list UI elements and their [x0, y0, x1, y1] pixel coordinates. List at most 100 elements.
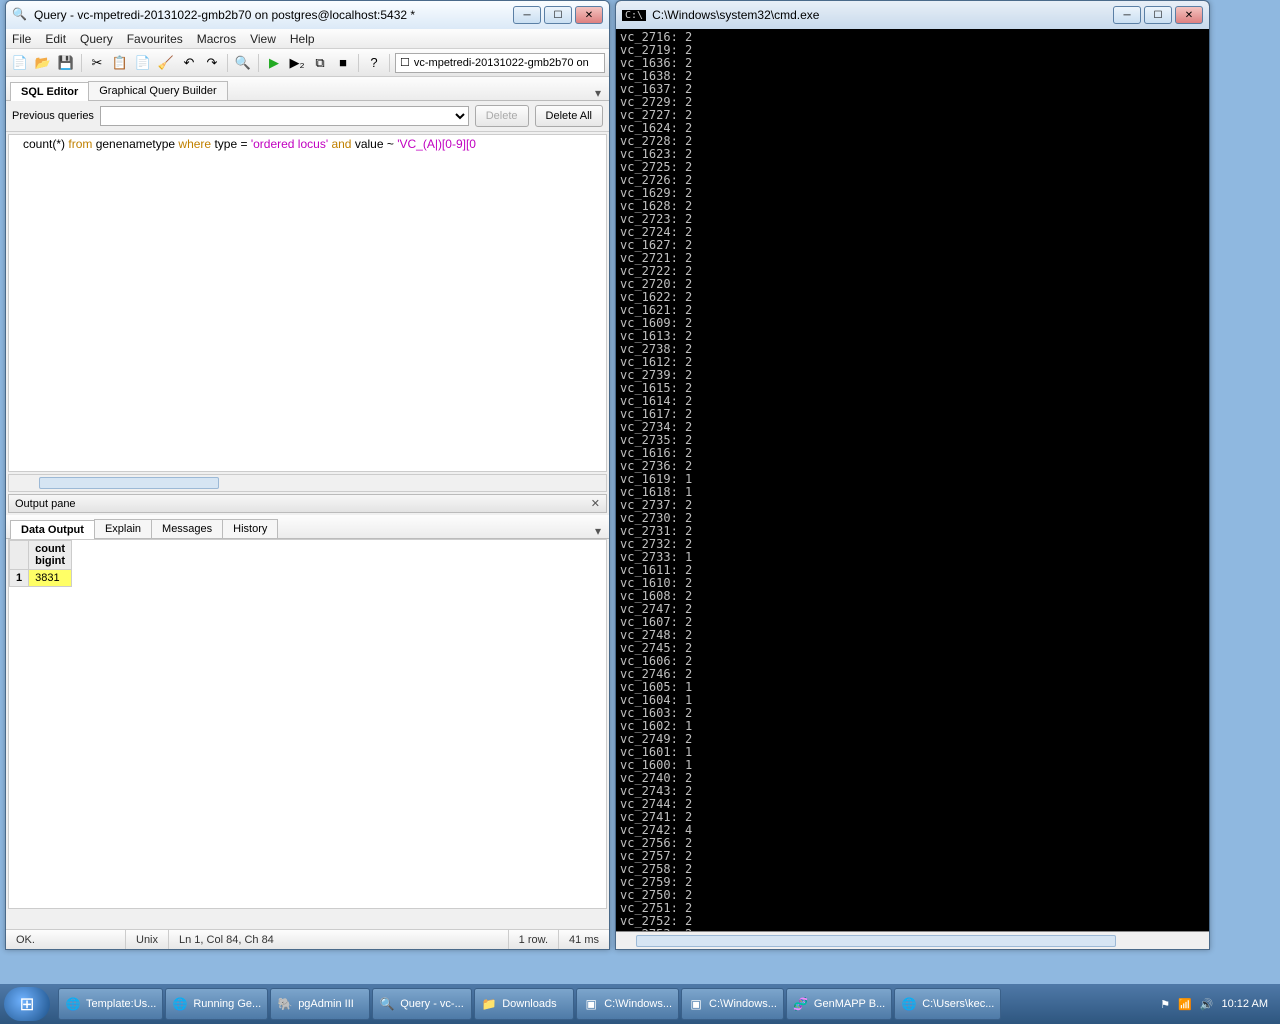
- menubar: File Edit Query Favourites Macros View H…: [6, 29, 609, 49]
- paste-icon[interactable]: 📄: [133, 53, 153, 73]
- output-tabs: Data Output Explain Messages History ▾: [6, 515, 609, 539]
- status-rows: 1 row.: [509, 930, 559, 949]
- taskbar-item[interactable]: 🌐 C:\Users\kec...: [894, 988, 1001, 1020]
- system-tray: ⚑ 📶 🔊 10:12 AM: [1160, 998, 1276, 1011]
- taskbar-item-label: C:\Windows...: [604, 998, 672, 1010]
- menu-file[interactable]: File: [12, 32, 31, 46]
- cmd-titlebar[interactable]: C:\ C:\Windows\system32\cmd.exe ─ ☐ ✕: [616, 1, 1209, 29]
- cmd-scroll-thumb[interactable]: [636, 935, 1116, 947]
- taskbar-item-label: C:\Windows...: [709, 998, 777, 1010]
- cmd-window: C:\ C:\Windows\system32\cmd.exe ─ ☐ ✕ vc…: [615, 0, 1210, 950]
- taskbar-item-icon: 🐘: [277, 996, 293, 1012]
- col-header[interactable]: countbigint: [29, 541, 72, 570]
- cmd-hscroll[interactable]: [616, 931, 1209, 949]
- statusbar: OK. Unix Ln 1, Col 84, Ch 84 1 row. 41 m…: [6, 929, 609, 949]
- status-enc: Unix: [126, 930, 169, 949]
- taskbar-item-label: pgAdmin III: [298, 998, 354, 1010]
- status-ok: OK.: [6, 930, 126, 949]
- output-pane-close-icon[interactable]: ✕: [591, 497, 600, 510]
- menu-view[interactable]: View: [250, 32, 276, 46]
- prev-queries-label: Previous queries: [12, 110, 94, 122]
- taskbar-item-icon: 📁: [481, 996, 497, 1012]
- redo-icon[interactable]: ↷: [202, 53, 222, 73]
- help-icon[interactable]: ?: [364, 53, 384, 73]
- cut-icon[interactable]: ✂: [87, 53, 107, 73]
- taskbar-item-label: C:\Users\kec...: [922, 998, 994, 1010]
- taskbar-item-label: GenMAPP B...: [814, 998, 885, 1010]
- sql-editor[interactable]: count(*) from genenametype where type = …: [8, 134, 607, 472]
- undo-icon[interactable]: ↶: [179, 53, 199, 73]
- scroll-thumb[interactable]: [39, 477, 219, 489]
- open-icon[interactable]: 📂: [33, 53, 53, 73]
- cmd-console[interactable]: vc_2716: 2 vc_2719: 2 vc_1636: 2 vc_1638…: [616, 29, 1209, 931]
- menu-edit[interactable]: Edit: [45, 32, 66, 46]
- taskbar-item-icon: ▣: [583, 996, 599, 1012]
- find-icon[interactable]: 🔍: [233, 53, 253, 73]
- new-icon[interactable]: 📄: [10, 53, 30, 73]
- minimize-button[interactable]: ─: [513, 6, 541, 24]
- taskbar-item-icon: 🌐: [901, 996, 917, 1012]
- data-output-grid[interactable]: countbigint 13831: [8, 539, 607, 909]
- maximize-button[interactable]: ☐: [544, 6, 572, 24]
- taskbar-item[interactable]: 🌐Template:Us...: [58, 988, 163, 1020]
- sql-hscroll[interactable]: [8, 474, 607, 492]
- menu-query[interactable]: Query: [80, 32, 113, 46]
- cmd-close-button[interactable]: ✕: [1175, 6, 1203, 24]
- taskbar-item[interactable]: 🧬GenMAPP B...: [786, 988, 892, 1020]
- taskbar: ⊞ 🌐Template:Us...🌐Running Ge... 🐘 pgAdmin …: [0, 984, 1280, 1024]
- menu-help[interactable]: Help: [290, 32, 315, 46]
- explain-icon[interactable]: ⧉: [310, 53, 330, 73]
- tab-messages[interactable]: Messages: [151, 519, 223, 538]
- tab-gqb[interactable]: Graphical Query Builder: [88, 81, 227, 100]
- output-pane-header: Output pane ✕: [8, 494, 607, 513]
- tab-data-output[interactable]: Data Output: [10, 520, 95, 539]
- cell-value: 3831: [29, 570, 72, 587]
- previous-queries-row: Previous queries Delete Delete All: [6, 101, 609, 132]
- toolbar: 📄 📂 💾 ✂ 📋 📄 🧹 ↶ ↷ 🔍 ▶ ▶₂ ⧉ ■ ? vc-mpetre…: [6, 49, 609, 77]
- tray-volume-icon[interactable]: 🔊: [1200, 998, 1214, 1011]
- save-icon[interactable]: 💾: [56, 53, 76, 73]
- taskbar-item[interactable]: 📁Downloads: [474, 988, 574, 1020]
- delete-all-button[interactable]: Delete All: [535, 105, 603, 127]
- copy-icon[interactable]: 📋: [110, 53, 130, 73]
- taskbar-item[interactable]: ▣ C:\Windows...: [681, 988, 784, 1020]
- tab-history[interactable]: History: [222, 519, 278, 538]
- taskbar-item[interactable]: 🔍Query - vc-...: [372, 988, 472, 1020]
- taskbar-items: 🌐Template:Us...🌐Running Ge... 🐘 pgAdmin II…: [58, 988, 1001, 1020]
- tab-overflow-icon[interactable]: ▾: [591, 86, 605, 100]
- editor-tabs: SQL Editor Graphical Query Builder ▾: [6, 77, 609, 101]
- taskbar-item-icon: 🔍: [379, 996, 395, 1012]
- menu-macros[interactable]: Macros: [197, 32, 236, 46]
- delete-button[interactable]: Delete: [475, 105, 529, 127]
- window-title: Query - vc-mpetredi-20131022-gmb2b70 on …: [34, 8, 513, 22]
- run-icon[interactable]: ▶: [264, 53, 284, 73]
- close-button[interactable]: ✕: [575, 6, 603, 24]
- tray-network-icon[interactable]: 📶: [1178, 998, 1192, 1011]
- clear-icon[interactable]: 🧹: [156, 53, 176, 73]
- row-number: 1: [10, 570, 29, 587]
- prev-queries-select[interactable]: [100, 106, 469, 126]
- table-row[interactable]: 13831: [10, 570, 72, 587]
- cmd-maximize-button[interactable]: ☐: [1144, 6, 1172, 24]
- titlebar[interactable]: 🔍 Query - vc-mpetredi-20131022-gmb2b70 o…: [6, 1, 609, 29]
- taskbar-item-icon: 🌐: [65, 996, 81, 1012]
- database-select[interactable]: vc-mpetredi-20131022-gmb2b70 on: [395, 53, 605, 73]
- cmd-minimize-button[interactable]: ─: [1113, 6, 1141, 24]
- taskbar-item[interactable]: ▣ C:\Windows...: [576, 988, 679, 1020]
- cmd-icon: C:\: [622, 10, 646, 21]
- run-pgscript-icon[interactable]: ▶₂: [287, 53, 307, 73]
- tab-explain[interactable]: Explain: [94, 519, 152, 538]
- menu-fav[interactable]: Favourites: [127, 32, 183, 46]
- cancel-icon[interactable]: ■: [333, 53, 353, 73]
- status-pos: Ln 1, Col 84, Ch 84: [169, 930, 509, 949]
- taskbar-item[interactable]: 🐘 pgAdmin III: [270, 988, 370, 1020]
- tab-sql-editor[interactable]: SQL Editor: [10, 82, 89, 101]
- taskbar-item[interactable]: 🌐Running Ge...: [165, 988, 268, 1020]
- tray-flag-icon[interactable]: ⚑: [1160, 998, 1170, 1011]
- output-tab-overflow-icon[interactable]: ▾: [591, 524, 605, 538]
- start-button[interactable]: ⊞: [4, 987, 50, 1021]
- tray-clock[interactable]: 10:12 AM: [1222, 998, 1268, 1010]
- corner-cell: [10, 541, 29, 570]
- output-pane-title: Output pane: [15, 498, 76, 510]
- taskbar-item-icon: ▣: [688, 996, 704, 1012]
